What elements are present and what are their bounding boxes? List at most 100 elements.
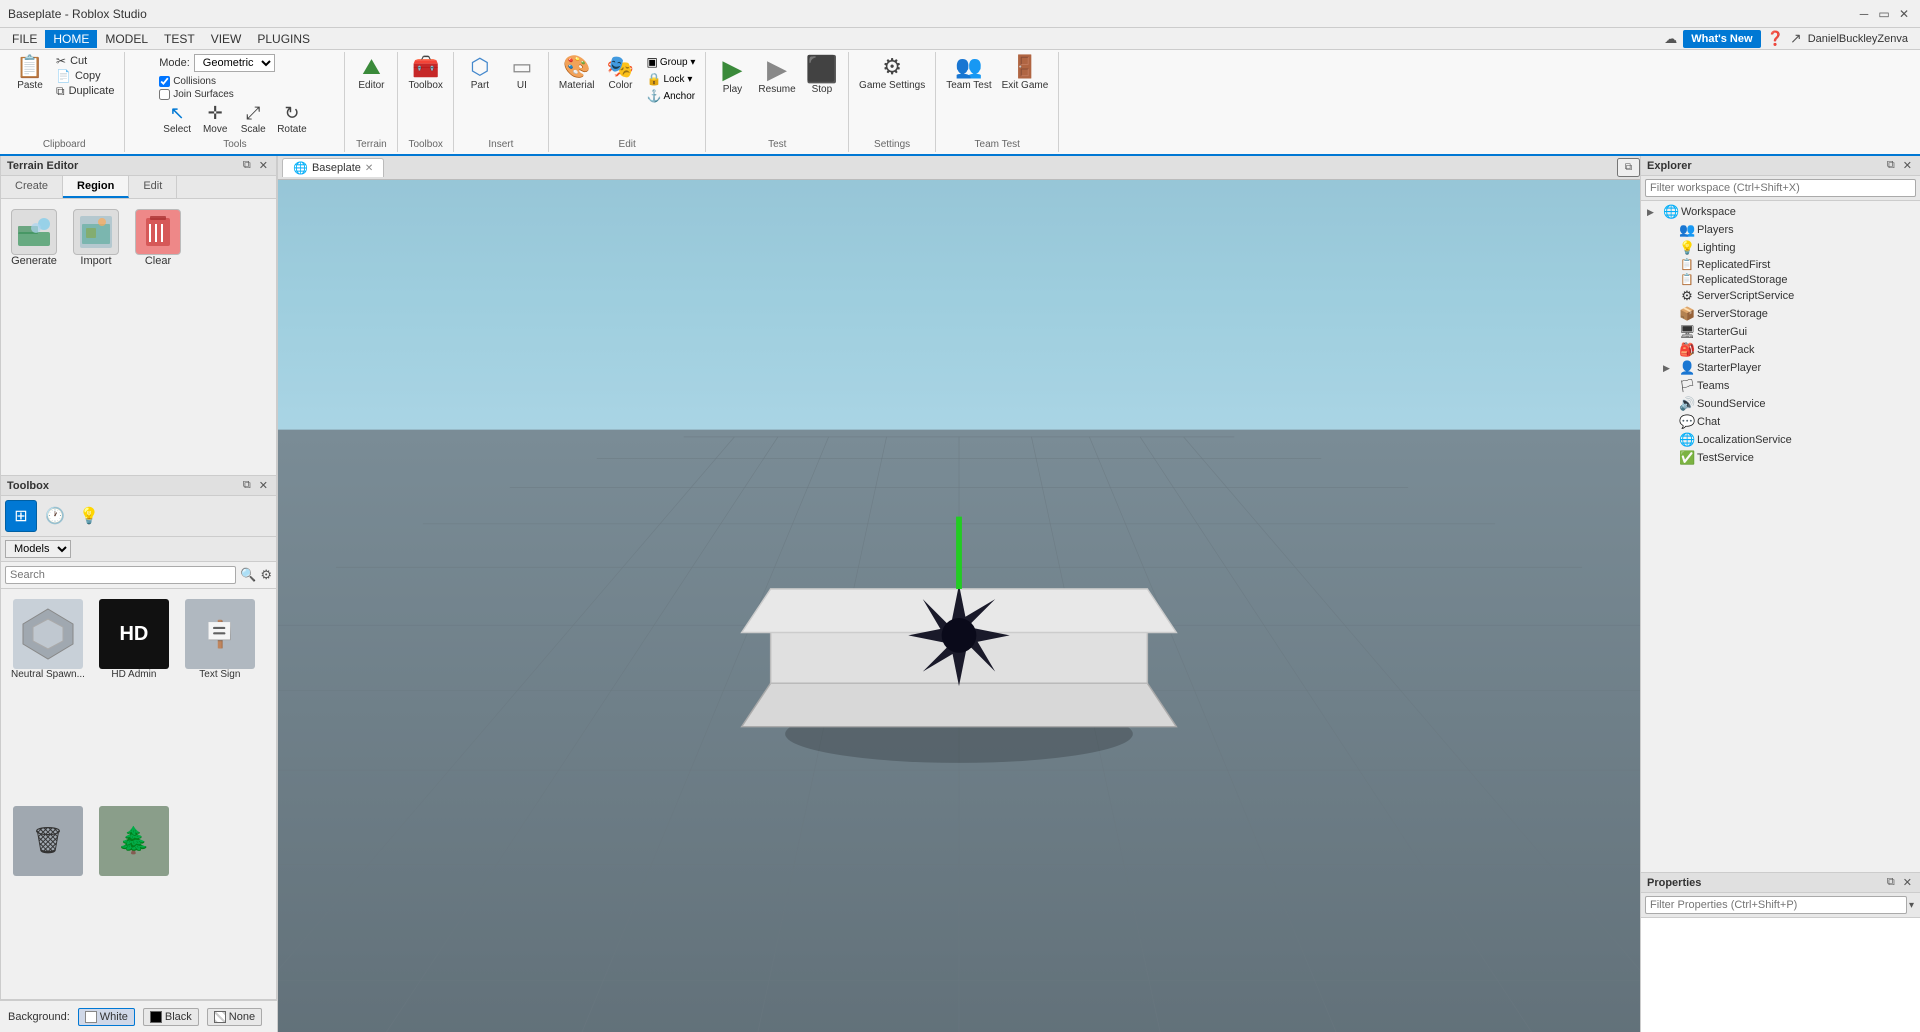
ribbon: 📋 Paste ✂ Cut 📄 Copy ⧉ Duplicate Clipboa… [0,50,1920,156]
explorer-filter-input[interactable] [1645,179,1916,197]
whats-new-button[interactable]: What's New [1683,30,1760,48]
tree-starter-pack[interactable]: 🎒 StarterPack [1643,341,1918,359]
exit-game-button[interactable]: 🚪 Exit Game [998,54,1053,93]
menu-file[interactable]: FILE [4,30,45,48]
copy-button[interactable]: 📄 Copy [52,69,118,83]
tree-lighting[interactable]: 💡 Lighting [1643,239,1918,257]
ui-button[interactable]: ▭ UI [502,54,542,93]
tree-players[interactable]: 👥 Players [1643,221,1918,239]
stop-button[interactable]: ⬛ Stop [802,54,842,97]
left-panels: Terrain Editor ⧉ ✕ Create Region Edit [0,156,278,1032]
toolbox-item-text-sign[interactable]: 🪧 Text Sign [179,595,261,798]
viewport-canvas[interactable]: TOP ⋮ [278,180,1640,1032]
editor-button[interactable]: ⛰ Editor [351,54,391,93]
bg-black-btn[interactable]: Black [143,1008,199,1026]
tab-close-btn[interactable]: ✕ [365,163,373,174]
join-surfaces-checkbox[interactable] [159,89,170,100]
mode-select[interactable]: Geometric Physical [194,54,275,72]
toolbox-maximize-btn[interactable]: ⧉ [241,479,253,492]
properties-dropdown-btn[interactable]: ▾ [1907,900,1916,911]
bg-white-btn[interactable]: White [78,1008,135,1026]
explorer-close-btn[interactable]: ✕ [1901,159,1914,172]
ribbon-insert-group: ⬡ Part ▭ UI Insert [454,52,549,152]
minimize-btn[interactable]: ─ [1856,6,1872,22]
toolbox-button[interactable]: 🧰 Toolbox [404,54,446,93]
toolbox-category-select[interactable]: Models Decals Audio [5,540,71,558]
play-button[interactable]: ▶ Play [712,54,752,97]
terrain-tab-create[interactable]: Create [1,176,63,198]
collisions-checkbox[interactable] [159,76,170,87]
game-settings-button[interactable]: ⚙ Game Settings [855,54,929,93]
tree-teams[interactable]: 🏳 Teams [1643,377,1918,395]
toolbox-item-5[interactable]: 🌲 [93,802,175,994]
tree-server-script-service[interactable]: ⚙ ServerScriptService [1643,287,1918,305]
tree-workspace[interactable]: ▶ 🌐 Workspace [1643,203,1918,221]
anchor-button[interactable]: ⚓ Anchor [642,88,699,104]
lock-button[interactable]: 🔒 Lock ▾ [642,71,699,87]
black-swatch [150,1011,162,1023]
explorer-maximize-btn[interactable]: ⧉ [1885,159,1897,172]
bg-none-btn[interactable]: None [207,1008,262,1026]
color-button[interactable]: 🎭 Color [600,54,640,93]
search-icon[interactable]: 🔍 [240,567,256,583]
toolbox-search-input[interactable] [5,566,236,584]
properties-close-btn[interactable]: ✕ [1901,876,1914,889]
menu-view[interactable]: VIEW [203,30,250,48]
group-icon: ▣ [646,55,657,69]
toolbox-models-icon[interactable]: ⊞ [5,500,37,532]
terrain-maximize-btn[interactable]: ⧉ [241,159,253,172]
close-btn[interactable]: ✕ [1896,6,1912,22]
viewport[interactable]: 🌐 Baseplate ✕ ⧉ [278,156,1640,1032]
menu-home[interactable]: HOME [45,30,97,48]
toolbox-item-4[interactable]: 🗑 [7,802,89,994]
terrain-tab-edit[interactable]: Edit [129,176,177,198]
sound-service-icon: 🔊 [1679,396,1695,412]
viewport-expand-btn[interactable]: ⧉ [1617,158,1640,177]
terrain-import-tool[interactable]: Import [73,209,119,267]
filter-icon[interactable]: ⚙ [260,567,272,583]
menu-test[interactable]: TEST [156,30,203,48]
part-button[interactable]: ⬡ Part [460,54,500,93]
terrain-close-btn[interactable]: ✕ [257,159,270,172]
tree-replicated-storage[interactable]: 📋 ReplicatedStorage [1643,272,1918,287]
cut-button[interactable]: ✂ Cut [52,54,118,68]
tab-baseplate[interactable]: 🌐 Baseplate ✕ [282,158,384,177]
tree-starter-gui[interactable]: 🖥 StarterGui [1643,323,1918,341]
toolbox-featured-icon[interactable]: 💡 [73,500,105,532]
tree-starter-player[interactable]: ▶ 👤 StarterPlayer [1643,359,1918,377]
tree-chat[interactable]: 💬 Chat [1643,413,1918,431]
properties-maximize-btn[interactable]: ⧉ [1885,876,1897,889]
terrain-generate-tool[interactable]: Generate [11,209,57,267]
toolbox-item-neutral-spawn[interactable]: Neutral Spawn... [7,595,89,798]
terrain-tab-region[interactable]: Region [63,176,129,198]
properties-filter-input[interactable] [1645,896,1907,914]
tree-replicated-first[interactable]: 📋 ReplicatedFirst [1643,257,1918,272]
share-icon[interactable]: ↗ [1790,30,1802,47]
scale-button[interactable]: ⤢ Scale [235,102,271,137]
resume-button[interactable]: ▶ Resume [754,54,799,97]
restore-btn[interactable]: ▭ [1876,6,1892,22]
menu-plugins[interactable]: PLUGINS [249,30,318,48]
toolbox-close-btn[interactable]: ✕ [257,479,270,492]
tree-sound-service[interactable]: 🔊 SoundService [1643,395,1918,413]
terrain-clear-tool[interactable]: Clear [135,209,181,267]
group-button[interactable]: ▣ Group ▾ [642,54,699,70]
tree-server-storage[interactable]: 📦 ServerStorage [1643,305,1918,323]
tree-test-service[interactable]: ✅ TestService [1643,449,1918,467]
paste-icon: 📋 [16,56,43,78]
tree-localization-service[interactable]: 🌐 LocalizationService [1643,431,1918,449]
material-button[interactable]: 🎨 Material [555,54,599,93]
rotate-button[interactable]: ↻ Rotate [273,102,310,137]
duplicate-button[interactable]: ⧉ Duplicate [52,84,118,98]
properties-header: Properties ⧉ ✕ [1641,873,1920,893]
toolbox-history-icon[interactable]: 🕐 [39,500,71,532]
move-button[interactable]: ✛ Move [197,102,233,137]
select-button[interactable]: ↖ Select [159,102,195,137]
paste-button[interactable]: 📋 Paste [10,54,50,93]
resume-icon: ▶ [767,56,787,82]
background-bar: Background: White Black None [0,1000,277,1032]
menu-model[interactable]: MODEL [97,30,156,48]
toolbox-item-hd-admin[interactable]: HD HD Admin [93,595,175,798]
help-icon[interactable]: ❓ [1767,30,1784,47]
team-test-button[interactable]: 👥 Team Test [942,54,995,93]
